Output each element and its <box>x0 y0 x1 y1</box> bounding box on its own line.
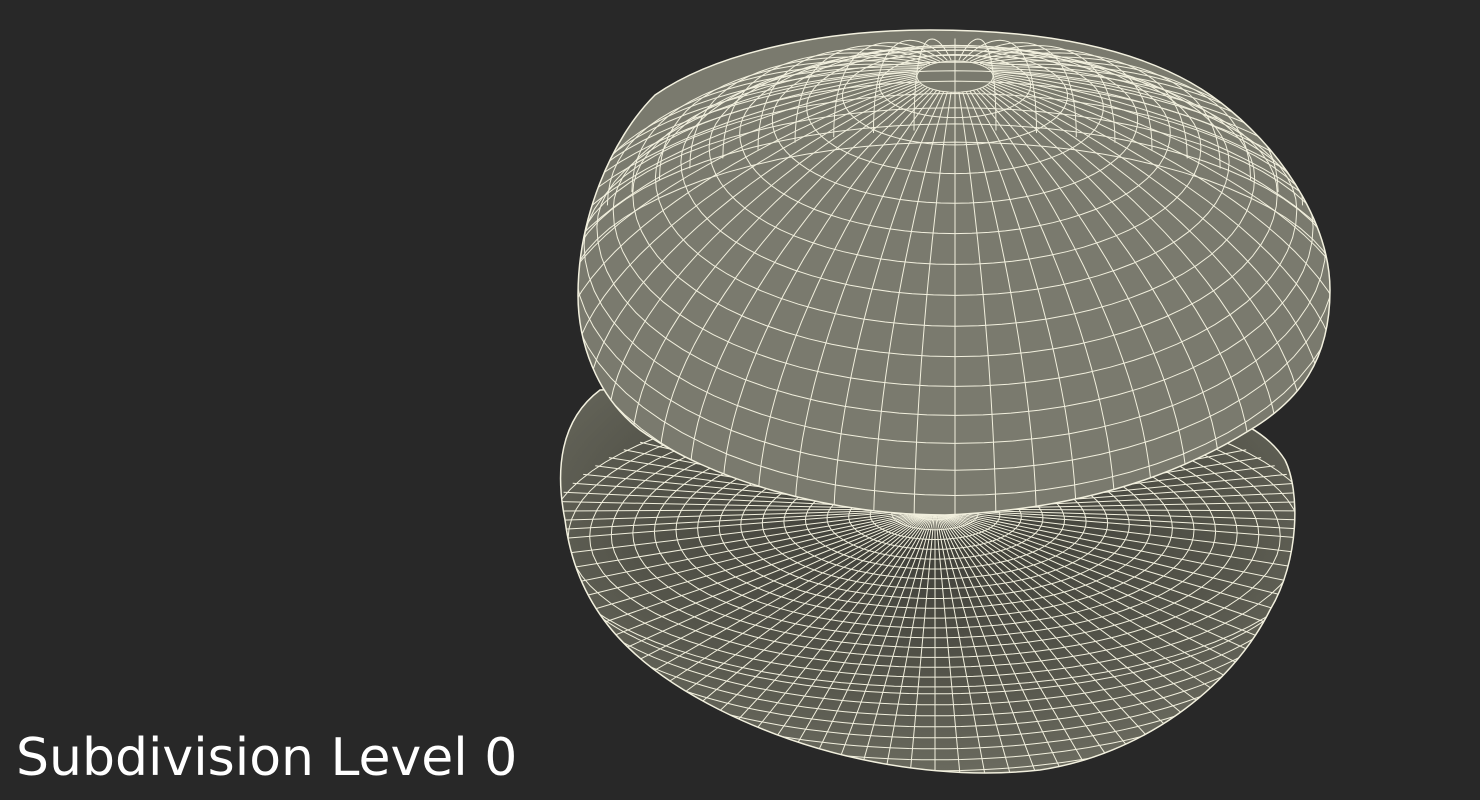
render-viewport: Subdivision Level 0 <box>0 0 1480 800</box>
bun-wireframe-render <box>559 29 1331 774</box>
subdivision-level-caption: Subdivision Level 0 <box>16 728 518 788</box>
